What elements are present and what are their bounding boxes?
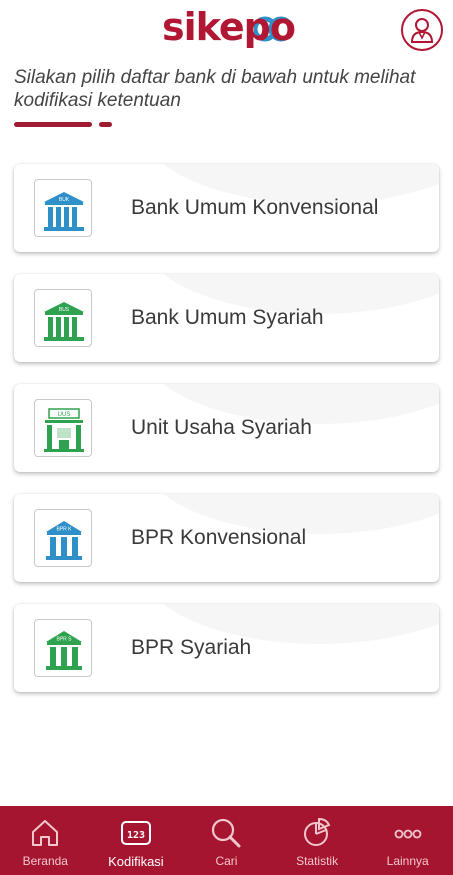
card-label: BPR Syariah	[131, 636, 252, 659]
card-bank-umum-syariah[interactable]: BUS Bank Umum Syariah	[14, 274, 439, 362]
svg-text:123: 123	[127, 830, 145, 841]
shop-building-icon: UUS	[34, 399, 92, 457]
bank-building-icon: BUS	[34, 289, 92, 347]
nav-item-cari[interactable]: Cari	[181, 806, 272, 875]
nav-label: Statistik	[296, 854, 339, 868]
card-label: Unit Usaha Syariah	[131, 416, 312, 439]
bank-building-icon: BPR K	[34, 509, 92, 567]
app-header: sikepo	[0, 0, 453, 58]
app-logo: sikepo	[162, 4, 296, 50]
card-label: Bank Umum Konvensional	[131, 196, 379, 219]
svg-text:BUS: BUS	[59, 307, 70, 313]
svg-text:UUS: UUS	[58, 412, 71, 418]
card-label: BPR Konvensional	[131, 526, 307, 549]
svg-text:BPR K: BPR K	[56, 527, 72, 533]
nav-item-kodifikasi[interactable]: 123 Kodifikasi	[91, 806, 182, 875]
search-icon	[212, 818, 241, 848]
card-label: Bank Umum Syariah	[131, 306, 324, 329]
nav-label: Cari	[215, 854, 238, 868]
home-icon	[32, 820, 59, 846]
nav-label: Lainnya	[386, 854, 429, 868]
bank-building-icon: BPR S	[34, 619, 92, 677]
intro-text: Silakan pilih daftar bank di bawah untuk…	[14, 67, 416, 111]
nav-label: Kodifikasi	[108, 854, 164, 869]
card-bank-umum-konvensional[interactable]: BUK Bank Umum Konvensional	[14, 164, 439, 252]
svg-text:BPR S: BPR S	[56, 637, 72, 643]
nav-item-lainnya[interactable]: Lainnya	[362, 806, 453, 875]
numeric-123-icon: 123	[120, 821, 151, 845]
nav-item-statistik[interactable]: Statistik	[272, 806, 363, 875]
title-underline	[14, 122, 92, 127]
pie-chart-icon	[304, 817, 331, 846]
user-profile-icon	[410, 18, 434, 43]
card-unit-usaha-syariah[interactable]: UUS Unit Usaha Syariah	[14, 384, 439, 472]
logo-text: sikepo	[162, 5, 296, 49]
card-bpr-konvensional[interactable]: BPR K BPR Konvensional	[14, 494, 439, 582]
bottom-navigation: Beranda 123 Kodifikasi Cari Statistik La…	[0, 806, 453, 875]
nav-item-beranda[interactable]: Beranda	[0, 806, 91, 875]
more-icon	[394, 829, 422, 839]
nav-label: Beranda	[22, 854, 68, 868]
profile-button[interactable]	[401, 9, 443, 51]
svg-text:BUK: BUK	[59, 197, 70, 203]
card-bpr-syariah[interactable]: BPR S BPR Syariah	[14, 604, 439, 692]
bank-building-icon: BUK	[34, 179, 92, 237]
title-underline-dot	[99, 122, 112, 127]
